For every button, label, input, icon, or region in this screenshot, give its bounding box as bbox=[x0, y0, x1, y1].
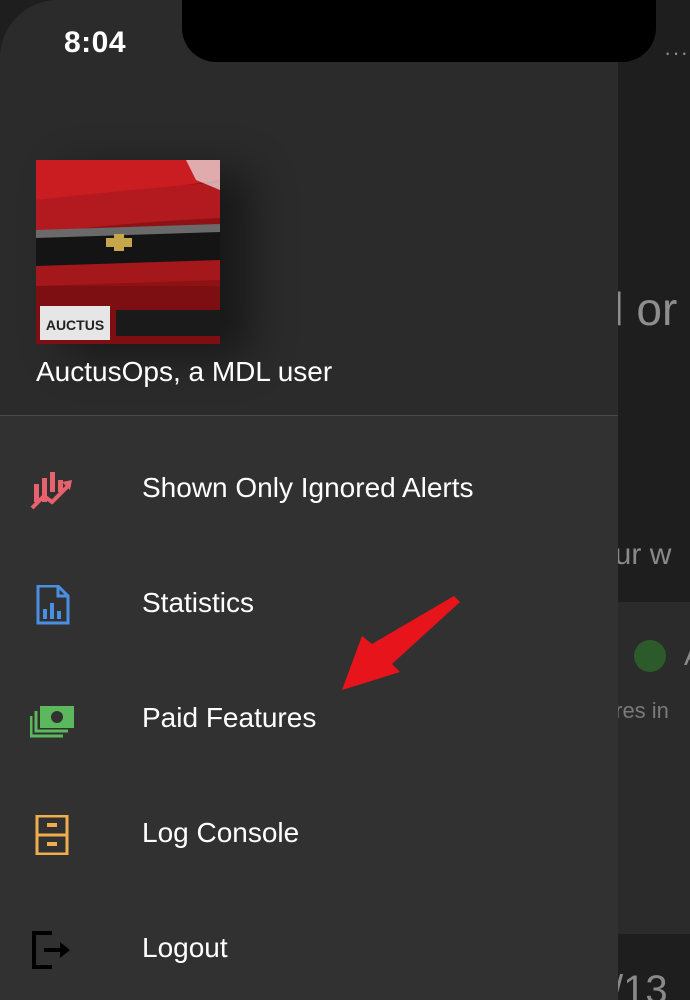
navigation-drawer: 8:04 AUCTUS AuctusOps, a MDL user Shown … bbox=[0, 0, 618, 1000]
avatar-plate-text: AUCTUS bbox=[46, 317, 104, 333]
status-dot bbox=[634, 640, 666, 672]
avatar[interactable]: AUCTUS bbox=[36, 160, 220, 344]
money-icon bbox=[29, 700, 74, 740]
drawer-header: 8:04 AUCTUS AuctusOps, a MDL user bbox=[0, 0, 618, 416]
background-card-title: A bbox=[684, 640, 690, 672]
logout-icon bbox=[30, 930, 74, 970]
menu-item-logout[interactable]: Logout bbox=[0, 910, 618, 990]
menu-item-label: Logout bbox=[142, 932, 228, 963]
menu-item-label: Statistics bbox=[142, 587, 255, 618]
alert-trend-icon bbox=[30, 470, 74, 510]
menu-item-ignored-alerts[interactable]: Shown Only Ignored Alerts bbox=[0, 450, 618, 530]
overflow-menu-icon[interactable]: ··· bbox=[664, 40, 689, 66]
menu-item-label: Log Console bbox=[142, 817, 300, 848]
menu-item-log-console[interactable]: Log Console bbox=[0, 795, 618, 875]
device-notch bbox=[182, 0, 656, 62]
log-cabinet-icon bbox=[30, 814, 74, 856]
menu-item-label: Paid Features bbox=[142, 702, 317, 733]
status-time: 8:04 bbox=[64, 26, 127, 59]
background-footer-text: /13 bbox=[612, 968, 668, 1000]
annotation-arrow-icon bbox=[342, 596, 460, 690]
menu-item-statistics[interactable]: Statistics bbox=[0, 565, 618, 645]
menu-item-label: Shown Only Ignored Alerts bbox=[142, 472, 474, 503]
user-name: AuctusOps, a MDL user bbox=[36, 356, 333, 387]
menu-item-paid-features[interactable]: Paid Features bbox=[0, 680, 618, 760]
statistics-file-icon bbox=[30, 584, 74, 625]
